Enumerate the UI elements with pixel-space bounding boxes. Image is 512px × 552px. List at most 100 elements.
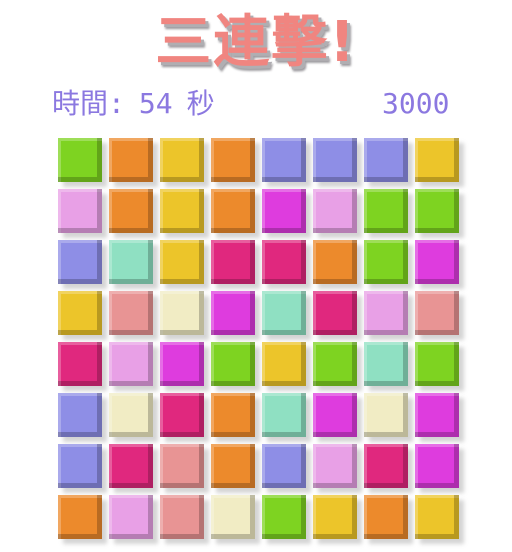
board-tile[interactable] <box>313 444 362 493</box>
board-tile[interactable] <box>364 393 413 442</box>
board-tile[interactable] <box>364 138 413 187</box>
board-tile[interactable] <box>160 444 209 493</box>
board-tile[interactable] <box>415 138 464 187</box>
tile-face <box>415 342 459 386</box>
tile-face <box>262 393 306 437</box>
board-tile[interactable] <box>58 291 107 340</box>
board-tile[interactable] <box>58 444 107 493</box>
board-tile[interactable] <box>364 291 413 340</box>
tile-face <box>211 495 255 539</box>
timer-display: 時間: 54 秒 <box>52 86 215 122</box>
board-tile[interactable] <box>109 495 158 544</box>
board-tile[interactable] <box>211 444 260 493</box>
game-title: 三連擊! <box>155 10 357 75</box>
tile-face <box>109 291 153 335</box>
tile-face <box>109 240 153 284</box>
board-tile[interactable] <box>160 495 209 544</box>
board-tile[interactable] <box>160 240 209 289</box>
tile-face <box>364 495 408 539</box>
board-tile[interactable] <box>109 342 158 391</box>
board-tile[interactable] <box>58 240 107 289</box>
board-tile[interactable] <box>211 342 260 391</box>
board-tile[interactable] <box>262 138 311 187</box>
board-tile[interactable] <box>364 342 413 391</box>
board-tile[interactable] <box>211 138 260 187</box>
tile-face <box>109 393 153 437</box>
tile-face <box>262 138 306 182</box>
board-tile[interactable] <box>160 342 209 391</box>
board-tile[interactable] <box>262 444 311 493</box>
tile-face <box>415 444 459 488</box>
board-tile[interactable] <box>262 240 311 289</box>
board-tile[interactable] <box>160 138 209 187</box>
board-tile[interactable] <box>313 393 362 442</box>
board-tile[interactable] <box>415 189 464 238</box>
board-tile[interactable] <box>415 393 464 442</box>
board-tile[interactable] <box>58 393 107 442</box>
tile-face <box>58 342 102 386</box>
tile-face <box>262 495 306 539</box>
board-tile[interactable] <box>364 495 413 544</box>
board-tile[interactable] <box>313 342 362 391</box>
tile-face <box>415 495 459 539</box>
board-tile[interactable] <box>364 189 413 238</box>
board-tile[interactable] <box>211 189 260 238</box>
tile-face <box>313 240 357 284</box>
tile-face <box>262 342 306 386</box>
tile-face <box>415 393 459 437</box>
board-tile[interactable] <box>262 342 311 391</box>
tile-face <box>160 393 204 437</box>
tile-face <box>415 138 459 182</box>
tile-face <box>109 189 153 233</box>
board-tile[interactable] <box>313 189 362 238</box>
board-tile[interactable] <box>415 291 464 340</box>
board-tile[interactable] <box>160 291 209 340</box>
board-tile[interactable] <box>262 189 311 238</box>
board-tile[interactable] <box>211 240 260 289</box>
tile-face <box>211 393 255 437</box>
timer-value: 54 <box>138 87 173 120</box>
board-tile[interactable] <box>211 393 260 442</box>
timer-label: 時間: <box>52 87 125 120</box>
board-tile[interactable] <box>160 393 209 442</box>
board-tile[interactable] <box>58 189 107 238</box>
board-tile[interactable] <box>58 138 107 187</box>
board-tile[interactable] <box>109 291 158 340</box>
board-tile[interactable] <box>262 495 311 544</box>
board-tile[interactable] <box>58 495 107 544</box>
tile-face <box>109 444 153 488</box>
board-tile[interactable] <box>211 495 260 544</box>
tile-face <box>211 291 255 335</box>
board-tile[interactable] <box>262 291 311 340</box>
tile-face <box>262 189 306 233</box>
board-tile[interactable] <box>109 138 158 187</box>
tile-face <box>415 240 459 284</box>
board-tile[interactable] <box>109 444 158 493</box>
board-tile[interactable] <box>313 138 362 187</box>
board-tile[interactable] <box>109 393 158 442</box>
board-tile[interactable] <box>313 495 362 544</box>
board-tile[interactable] <box>415 240 464 289</box>
board-tile[interactable] <box>313 240 362 289</box>
board-tile[interactable] <box>109 189 158 238</box>
board-tile[interactable] <box>211 291 260 340</box>
tile-face <box>211 444 255 488</box>
board-tile[interactable] <box>415 495 464 544</box>
board-tile[interactable] <box>313 291 362 340</box>
board-tile[interactable] <box>364 444 413 493</box>
board-tile[interactable] <box>415 342 464 391</box>
tile-face <box>160 189 204 233</box>
tile-face <box>109 342 153 386</box>
tile-face <box>58 189 102 233</box>
board-tile[interactable] <box>364 240 413 289</box>
board-tile[interactable] <box>262 393 311 442</box>
tile-face <box>58 138 102 182</box>
tile-face <box>364 138 408 182</box>
tile-face <box>364 240 408 284</box>
board-tile[interactable] <box>58 342 107 391</box>
board-tile[interactable] <box>109 240 158 289</box>
timer-unit: 秒 <box>186 87 215 120</box>
board-tile[interactable] <box>160 189 209 238</box>
tile-face <box>160 138 204 182</box>
board-tile[interactable] <box>415 444 464 493</box>
